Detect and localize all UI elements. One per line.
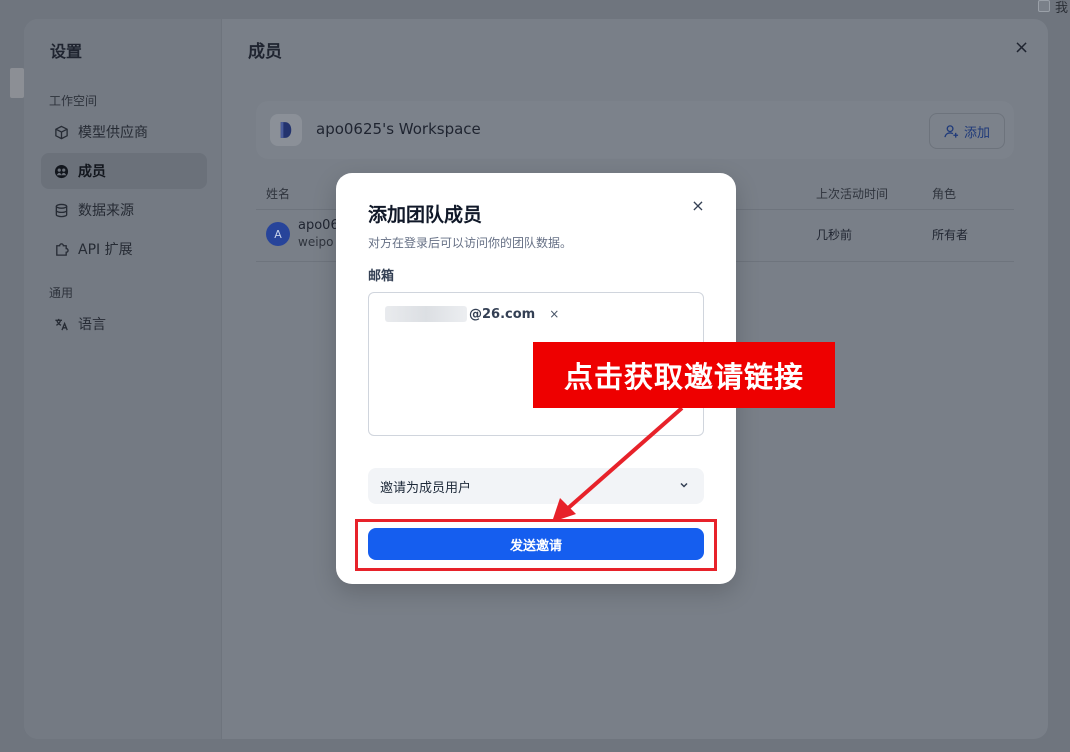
chevron-down-icon xyxy=(680,482,688,488)
email-tag: @26.com × xyxy=(385,304,559,324)
sidebar-item-api-extension[interactable]: API 扩展 xyxy=(41,231,207,267)
database-icon xyxy=(53,202,69,218)
member-role[interactable]: 所有者 xyxy=(932,226,968,243)
modal-description: 对方在登录后可以访问你的团队数据。 xyxy=(368,236,573,250)
role-select[interactable]: 邀请为成员用户 xyxy=(368,468,704,504)
annotation-callout: 点击获取邀请链接 xyxy=(533,342,835,408)
background-top-text: 我 xyxy=(1055,1,1069,16)
modal-title: 添加团队成员 xyxy=(368,204,483,226)
sidebar-item-model-provider[interactable]: 模型供应商 xyxy=(41,114,207,150)
email-label: 邮箱 xyxy=(368,269,395,284)
workspace-card: apo0625's Workspace 添加 xyxy=(256,101,1014,159)
column-header-last-active: 上次活动时间 xyxy=(816,187,889,201)
group-label-general: 通用 xyxy=(49,286,74,300)
sidebar-item-label: API 扩展 xyxy=(78,242,133,258)
sidebar-item-label: 模型供应商 xyxy=(78,125,148,141)
background-checkbox xyxy=(1038,0,1050,12)
modal-close-button[interactable]: × xyxy=(688,195,708,215)
member-last-active: 几秒前 xyxy=(816,228,853,242)
page-title: 成员 xyxy=(248,42,282,62)
avatar: A xyxy=(266,222,290,246)
sidebar-item-data-source[interactable]: 数据来源 xyxy=(41,192,207,228)
sidebar-item-language[interactable]: 语言 xyxy=(41,306,207,342)
remove-email-tag-button[interactable]: × xyxy=(549,307,559,321)
add-user-icon xyxy=(944,124,959,138)
members-icon xyxy=(53,163,69,179)
workspace-name: apo0625's Workspace xyxy=(316,120,481,138)
member-email: weipo xyxy=(298,235,334,249)
sidebar-item-label: 数据来源 xyxy=(78,203,134,219)
settings-title: 设置 xyxy=(50,42,83,61)
settings-sidebar: 设置 工作空间 模型供应商 成员 数据来源 API 扩展 通用 语言 xyxy=(24,19,222,739)
add-member-button[interactable]: 添加 xyxy=(929,113,1005,149)
settings-close-button[interactable]: × xyxy=(1014,37,1029,58)
workspace-logo-icon xyxy=(270,114,302,146)
add-button-label: 添加 xyxy=(963,125,990,141)
email-domain: @26.com xyxy=(469,306,536,322)
translate-icon xyxy=(53,316,69,332)
column-header-name: 姓名 xyxy=(266,187,291,201)
cube-icon xyxy=(53,124,69,140)
puzzle-icon xyxy=(53,241,69,257)
background-avatar xyxy=(10,68,24,98)
role-select-value: 邀请为成员用户 xyxy=(380,480,472,496)
member-name: apo06 xyxy=(298,218,339,233)
group-label-workspace: 工作空间 xyxy=(49,94,98,108)
redacted-email-prefix xyxy=(385,306,467,322)
annotation-highlight-box xyxy=(355,519,717,571)
sidebar-item-label: 成员 xyxy=(78,164,106,180)
sidebar-item-label: 语言 xyxy=(78,317,106,333)
column-header-role: 角色 xyxy=(932,187,957,201)
sidebar-item-members[interactable]: 成员 xyxy=(41,153,207,189)
